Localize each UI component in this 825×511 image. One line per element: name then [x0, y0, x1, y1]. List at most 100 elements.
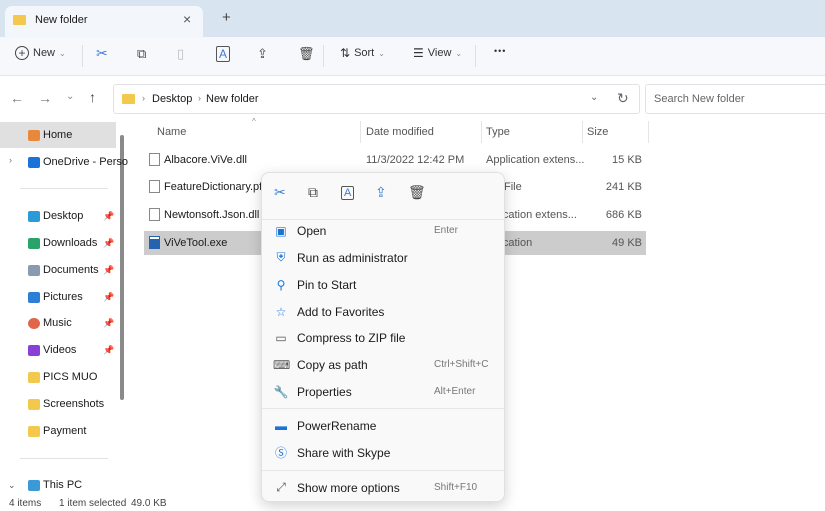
pin-icon: 📌	[103, 237, 115, 248]
search-input[interactable]: Search New folder	[645, 84, 825, 114]
file-row[interactable]: Albacore.ViVe.dll 11/3/2022 12:42 PM App…	[144, 148, 646, 172]
menu-item-powerrename[interactable]: ▬ PowerRename	[265, 413, 501, 438]
sidebar-item-screenshots[interactable]: Screenshots	[0, 391, 116, 417]
menu-item-open[interactable]: ▣ Open Enter	[265, 218, 501, 243]
sidebar-item-label: Pictures	[43, 291, 83, 303]
delete-icon[interactable]: 🗑	[408, 184, 426, 201]
chevron-down-icon: ⌄	[59, 48, 66, 58]
menu-item-add-to-favorites[interactable]: ☆ Add to Favorites	[265, 299, 501, 324]
star-icon: ☆	[275, 304, 287, 319]
path-icon: ⌨	[273, 357, 291, 372]
status-size: 49.0 KB	[131, 498, 167, 509]
rename-icon[interactable]: A	[341, 186, 355, 200]
refresh-button[interactable]: ↻	[617, 90, 629, 107]
cut-icon[interactable]: ✂	[96, 45, 108, 62]
sidebar-item-label: This PC	[43, 479, 83, 491]
forward-button[interactable]: →	[38, 90, 52, 106]
sidebar-scrollbar[interactable]	[120, 135, 124, 400]
sort-ascending-icon: ^	[252, 117, 256, 126]
paste-icon[interactable]: ▯	[177, 46, 184, 62]
file-name: FeatureDictionary.pfs	[164, 181, 268, 193]
file-size: 49 KB	[612, 237, 642, 249]
menu-item-shortcut: Shift+F10	[434, 482, 478, 493]
file-type: lication extens...	[498, 209, 577, 221]
sidebar-item-downloads[interactable]: Downloads 📌	[0, 230, 116, 256]
skype-icon: Ⓢ	[274, 446, 287, 460]
menu-item-shortcut: Alt+Enter	[434, 386, 476, 397]
more-options-button[interactable]: •••	[494, 46, 506, 56]
expand-onedrive-chevron-icon[interactable]: ›	[9, 155, 12, 165]
sidebar-item-music[interactable]: Music 📌	[0, 310, 116, 336]
menu-item-properties[interactable]: 🔧 Properties Alt+Enter	[265, 379, 501, 404]
breadcrumb-new-folder[interactable]: New folder	[206, 93, 259, 105]
pin-icon: ⚲	[276, 277, 286, 292]
menu-item-show-more-options[interactable]: ⤢ Show more options Shift+F10	[265, 475, 501, 500]
plus-circle-icon: +	[15, 46, 29, 60]
tab-title: New folder	[35, 14, 88, 26]
menu-item-compress-to-zip-file[interactable]: ▭ Compress to ZIP file	[265, 325, 501, 350]
recent-locations-button[interactable]: ⌄	[66, 91, 74, 102]
column-header-type[interactable]: Type	[486, 126, 510, 138]
menu-item-share-with-skype[interactable]: Ⓢ Share with Skype	[265, 440, 501, 465]
up-button[interactable]: ↑	[89, 89, 96, 105]
menu-item-run-as-administrator[interactable]: ⛨ Run as administrator	[265, 245, 501, 270]
sidebar-item-pics-muo[interactable]: PICS MUO	[0, 364, 116, 390]
menu-item-label: Pin to Start	[297, 277, 357, 292]
sidebar-item-videos[interactable]: Videos 📌	[0, 337, 116, 363]
sort-button[interactable]: ⇅ Sort ⌄	[340, 46, 385, 60]
sidebar-item-pictures[interactable]: Pictures 📌	[0, 284, 116, 310]
delete-icon[interactable]: 🗑	[298, 46, 315, 62]
menu-item-pin-to-start[interactable]: ⚲ Pin to Start	[265, 272, 501, 297]
new-tab-button[interactable]: +	[222, 9, 231, 26]
file-size: 241 KB	[605, 181, 642, 193]
file-date: 11/3/2022 12:42 PM	[366, 154, 465, 166]
back-button[interactable]: ←	[10, 90, 24, 106]
file-type: File	[504, 181, 522, 193]
sidebar-divider	[20, 458, 108, 459]
share-icon[interactable]: ⇪	[257, 46, 268, 62]
pin-icon: 📌	[103, 317, 115, 328]
status-selection: 1 item selected	[59, 498, 127, 509]
sort-icon: ⇅	[340, 46, 351, 60]
copy-icon[interactable]: ⧉	[137, 46, 146, 62]
column-header-name[interactable]: Name	[157, 126, 186, 138]
file-name: ViVeTool.exe	[164, 237, 228, 249]
sidebar-item-desktop[interactable]: Desktop 📌	[0, 203, 116, 229]
document-icon	[28, 264, 40, 276]
sidebar-item-home[interactable]: Home	[0, 122, 116, 148]
sidebar-item-label: Downloads	[43, 237, 98, 249]
menu-item-label: Share with Skype	[297, 445, 391, 460]
rename-icon[interactable]: A	[216, 46, 231, 62]
computer-icon	[28, 479, 40, 491]
menu-item-shortcut: Enter	[434, 225, 458, 236]
music-icon	[28, 317, 40, 329]
menu-item-label: Compress to ZIP file	[297, 330, 406, 345]
copy-icon[interactable]: ⧉	[308, 184, 318, 201]
shield-icon: ⛨	[276, 250, 286, 264]
address-dropdown-button[interactable]: ⌄	[590, 92, 598, 103]
new-button[interactable]: + New ⌄	[15, 46, 66, 60]
pictures-icon	[28, 291, 40, 303]
sidebar-item-documents[interactable]: Documents 📌	[0, 257, 116, 283]
close-tab-button[interactable]: ×	[183, 11, 191, 27]
sidebar-item-label: PICS MUO	[43, 371, 98, 383]
view-button[interactable]: ☰ View ⌄	[413, 46, 462, 60]
tab-new-folder[interactable]: New folder ×	[5, 6, 203, 37]
collapse-this-pc-chevron-icon[interactable]: ⌄	[8, 480, 16, 491]
sort-label: Sort	[354, 47, 375, 59]
app-icon: ▣	[275, 223, 287, 238]
sidebar-item-this-pc[interactable]: This PC	[0, 472, 116, 498]
share-icon[interactable]: ⇪	[375, 184, 387, 201]
file-type: Application extens...	[486, 154, 585, 166]
sidebar-item-label: Payment	[43, 425, 87, 437]
breadcrumb-desktop[interactable]: Desktop	[152, 93, 192, 105]
cut-icon[interactable]: ✂	[274, 184, 286, 201]
sidebar-item-payment[interactable]: Payment	[0, 418, 116, 444]
desktop-icon	[28, 210, 40, 222]
address-bar[interactable]: › Desktop › New folder ⌄ ↻	[113, 84, 640, 114]
menu-item-copy-as-path[interactable]: ⌨ Copy as path Ctrl+Shift+C	[265, 352, 501, 377]
sidebar-item-onedrive-perso[interactable]: OneDrive - Perso	[0, 149, 128, 175]
column-header-size[interactable]: Size	[587, 126, 608, 138]
home-icon	[28, 129, 40, 141]
column-header-date[interactable]: Date modified	[366, 126, 434, 138]
